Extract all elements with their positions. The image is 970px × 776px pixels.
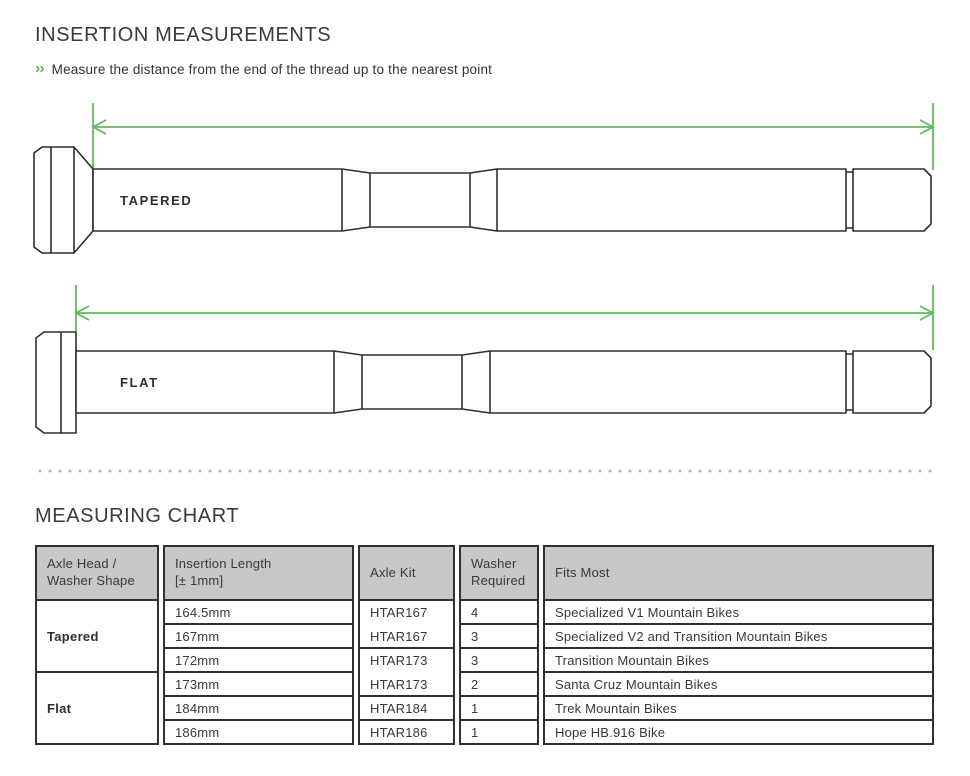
column-header-insertion-length: Insertion Length [± 1mm] (165, 547, 352, 599)
column-header-washer-required: Washer Required (461, 547, 537, 599)
dotted-divider (35, 469, 935, 473)
cell-washer-count: 1 (461, 695, 537, 719)
section-title-measuring-chart: MEASURING CHART (35, 505, 239, 528)
cell-washer-count: 2 (461, 671, 537, 695)
cell-fits-most: Trek Mountain Bikes (545, 695, 932, 719)
cell-insertion-length: 186mm (165, 719, 352, 743)
measuring-chart-table: Axle Head / Washer Shape Tapered Flat In… (35, 545, 935, 745)
tapered-axle-head (34, 147, 93, 253)
column-header-axle-head: Axle Head / Washer Shape (37, 547, 157, 599)
column-fits-most: Fits Most Specialized V1 Mountain Bikes … (543, 545, 934, 745)
column-header-fits-most: Fits Most (545, 547, 932, 599)
tapered-axle-shaft (93, 169, 931, 231)
cell-insertion-length: 173mm (165, 671, 352, 695)
cell-axle-kit: HTAR173 (360, 647, 453, 671)
flat-axle-head (36, 332, 76, 433)
cell-washer-count: 4 (461, 599, 537, 623)
cell-fits-most: Hope HB.916 Bike (545, 719, 932, 743)
instruction-text: Measure the distance from the end of the… (52, 62, 492, 77)
column-insertion-length: Insertion Length [± 1mm] 164.5mm 167mm 1… (163, 545, 354, 745)
cell-axle-kit: HTAR167 (360, 623, 453, 647)
column-washer-required: Washer Required 4 3 3 2 1 1 (459, 545, 539, 745)
cell-fits-most: Santa Cruz Mountain Bikes (545, 671, 932, 695)
axle-label-tapered: TAPERED (120, 193, 192, 208)
section-title-insertion-measurements: INSERTION MEASUREMENTS (35, 24, 331, 47)
cell-fits-most: Specialized V2 and Transition Mountain B… (545, 623, 932, 647)
cell-fits-most: Specialized V1 Mountain Bikes (545, 599, 932, 623)
cell-insertion-length: 172mm (165, 647, 352, 671)
cell-fits-most: Transition Mountain Bikes (545, 647, 932, 671)
measurement-arrow-tapered (93, 103, 933, 170)
group-cell-tapered: Tapered (37, 599, 157, 671)
cell-washer-count: 1 (461, 719, 537, 743)
double-chevron-icon: ›› (35, 61, 44, 77)
cell-axle-kit: HTAR167 (360, 599, 453, 623)
column-axle-head: Axle Head / Washer Shape Tapered Flat (35, 545, 159, 745)
insertion-diagram: TAPERED FLAT (0, 90, 970, 460)
cell-insertion-length: 167mm (165, 623, 352, 647)
column-header-axle-kit: Axle Kit (360, 547, 453, 599)
axle-label-flat: FLAT (120, 375, 159, 390)
measurement-arrow-flat (76, 285, 933, 350)
flat-axle-shaft (76, 351, 931, 413)
cell-axle-kit: HTAR173 (360, 671, 453, 695)
group-cell-flat: Flat (37, 671, 157, 743)
flat-axle-drawing (36, 332, 931, 433)
cell-washer-count: 3 (461, 647, 537, 671)
cell-axle-kit: HTAR186 (360, 719, 453, 743)
column-axle-kit: Axle Kit HTAR167 HTAR167 HTAR173 HTAR173… (358, 545, 455, 745)
cell-insertion-length: 184mm (165, 695, 352, 719)
cell-insertion-length: 164.5mm (165, 599, 352, 623)
cell-washer-count: 3 (461, 623, 537, 647)
page: INSERTION MEASUREMENTS ›› Measure the di… (0, 0, 970, 776)
cell-axle-kit: HTAR184 (360, 695, 453, 719)
instruction-line: ›› Measure the distance from the end of … (35, 61, 492, 77)
